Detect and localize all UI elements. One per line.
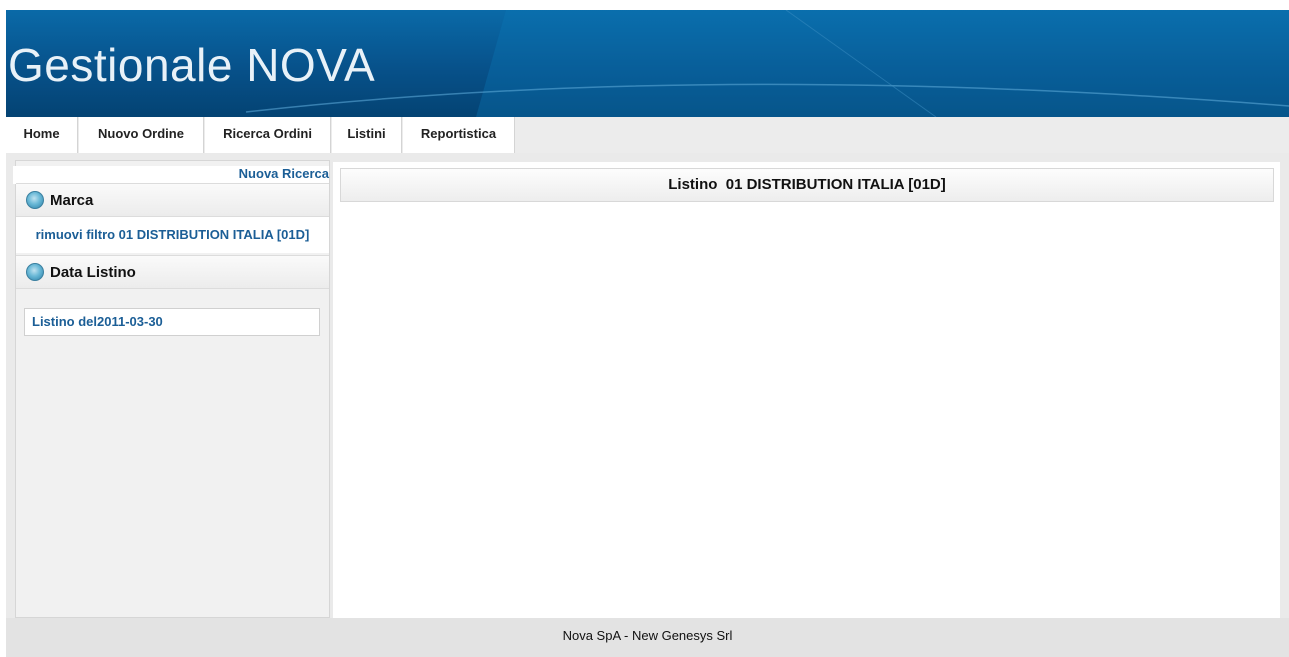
footer: Nova SpA - New Genesys Srl [6,618,1289,657]
section-marca[interactable]: Marca [16,183,329,217]
filter-sidebar: Nuova Ricerca Marca rimuovi filtro 01 DI… [13,160,330,618]
nav-home[interactable]: Home [6,117,78,153]
app-title: Gestionale NOVA [8,39,376,91]
main-nav: Home Nuovo Ordine Ricerca Ordini Listini… [6,117,1289,153]
remove-filter-link[interactable]: rimuovi filtro 01 DISTRIBUTION ITALIA [0… [16,217,329,253]
page-frame: Gestionale NOVA Home Nuovo Ordine Ricerc… [6,10,1289,657]
new-search-link[interactable]: Nuova Ricerca [13,166,329,184]
main-content: Listino 01 DISTRIBUTION ITALIA [01D] [333,162,1280,618]
nav-listini[interactable]: Listini [332,117,402,153]
bullet-icon [26,191,44,209]
listino-date-link[interactable]: Listino del2011-03-30 [24,308,320,336]
bullet-icon [26,263,44,281]
section-data-listino[interactable]: Data Listino [16,255,329,289]
header-banner: Gestionale NOVA [6,10,1289,117]
nav-ricerca-ordini[interactable]: Ricerca Ordini [205,117,331,153]
nav-nuovo-ordine[interactable]: Nuovo Ordine [79,117,204,153]
listino-heading: Listino 01 DISTRIBUTION ITALIA [01D] [340,168,1274,202]
section-label: Marca [50,192,94,209]
section-label: Data Listino [50,264,136,281]
nav-reportistica[interactable]: Reportistica [403,117,515,153]
